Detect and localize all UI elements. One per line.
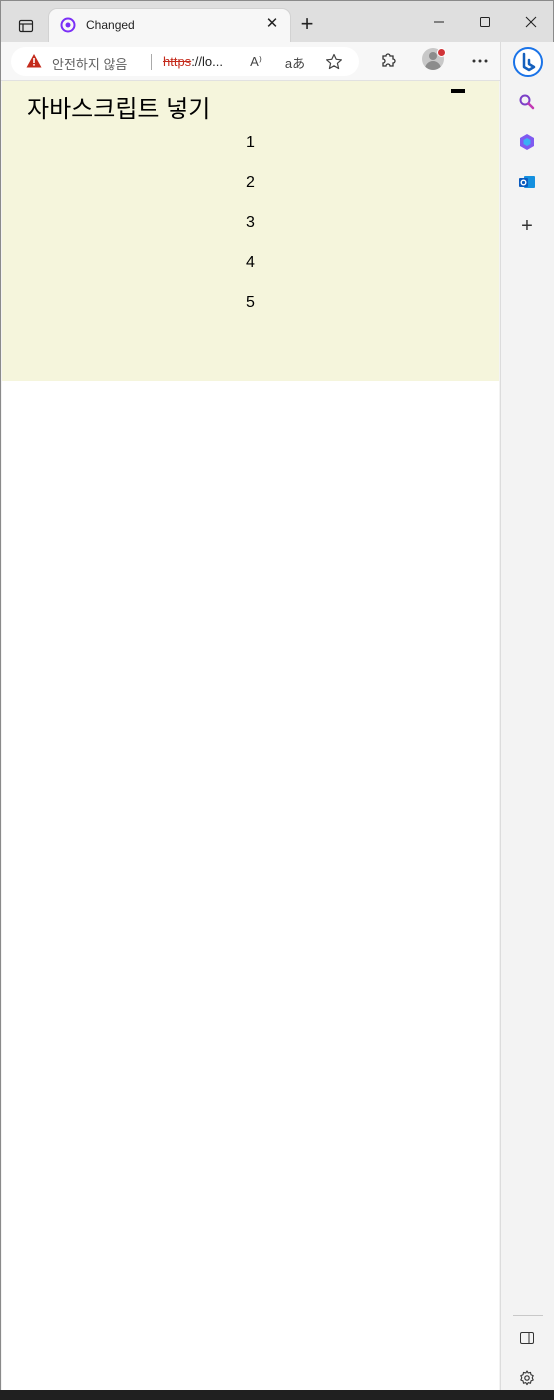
url-rest: ://lo...: [191, 54, 223, 69]
list-item: 4: [246, 254, 255, 271]
address-bar[interactable]: 안전하지 않음 https://lo... A⁾ aあ: [11, 47, 359, 76]
browser-tab[interactable]: Changed ✕: [49, 9, 290, 42]
warning-icon: [26, 54, 42, 68]
close-window-icon[interactable]: [516, 11, 546, 33]
content-box: 자바스크립트 넣기 1 2 3 4 5: [2, 81, 499, 381]
empty-button[interactable]: [451, 89, 465, 93]
list-item: 1: [246, 134, 255, 151]
url-protocol: https: [163, 54, 192, 69]
list-item: 3: [246, 214, 255, 231]
outlook-icon[interactable]: [514, 169, 540, 195]
os-taskbar: [0, 1390, 554, 1400]
sidebar-settings-gear-icon[interactable]: [514, 1365, 540, 1391]
read-aloud-label: A⁾: [250, 54, 262, 69]
new-tab-icon[interactable]: +: [295, 13, 319, 37]
url-text[interactable]: https://lo...: [163, 54, 223, 69]
tab-favicon-icon: [60, 17, 76, 33]
page-viewport: 자바스크립트 넣기 1 2 3 4 5: [2, 81, 499, 1391]
profile-avatar[interactable]: [422, 48, 446, 72]
tab-actions-icon: [18, 19, 34, 33]
add-sidebar-app-icon[interactable]: +: [514, 213, 540, 239]
hide-sidebar-icon[interactable]: [514, 1325, 540, 1351]
extensions-icon[interactable]: [373, 47, 403, 75]
number-list: 1 2 3 4 5: [2, 133, 499, 333]
maximize-icon[interactable]: [470, 11, 500, 33]
address-separator: [151, 54, 152, 70]
tab-actions-button[interactable]: [11, 11, 41, 41]
browser-window: Changed ✕ + 안전하지 않음 https://lo... A⁾ aあ: [0, 0, 554, 1400]
more-options-icon[interactable]: [465, 47, 495, 75]
tab-title: Changed: [86, 18, 135, 32]
notification-dot: [437, 48, 446, 57]
read-aloud-icon[interactable]: A⁾: [244, 50, 268, 74]
translate-label: aあ: [284, 55, 306, 71]
list-item: 2: [246, 174, 255, 191]
office-icon[interactable]: [514, 129, 540, 155]
tab-close-icon[interactable]: ✕: [264, 16, 280, 32]
page-title: 자바스크립트 넣기: [27, 96, 211, 123]
minimize-icon[interactable]: [424, 11, 454, 33]
security-status[interactable]: 안전하지 않음: [52, 54, 127, 73]
translate-icon[interactable]: aあ: [283, 50, 307, 74]
list-item: 5: [246, 294, 255, 311]
search-icon[interactable]: [514, 89, 540, 115]
edge-sidebar: +: [500, 42, 554, 1399]
title-bar: Changed ✕ +: [1, 1, 553, 42]
sidebar-divider: [513, 1315, 543, 1316]
bing-copilot-icon[interactable]: [511, 45, 545, 79]
favorite-star-icon[interactable]: [322, 50, 346, 74]
